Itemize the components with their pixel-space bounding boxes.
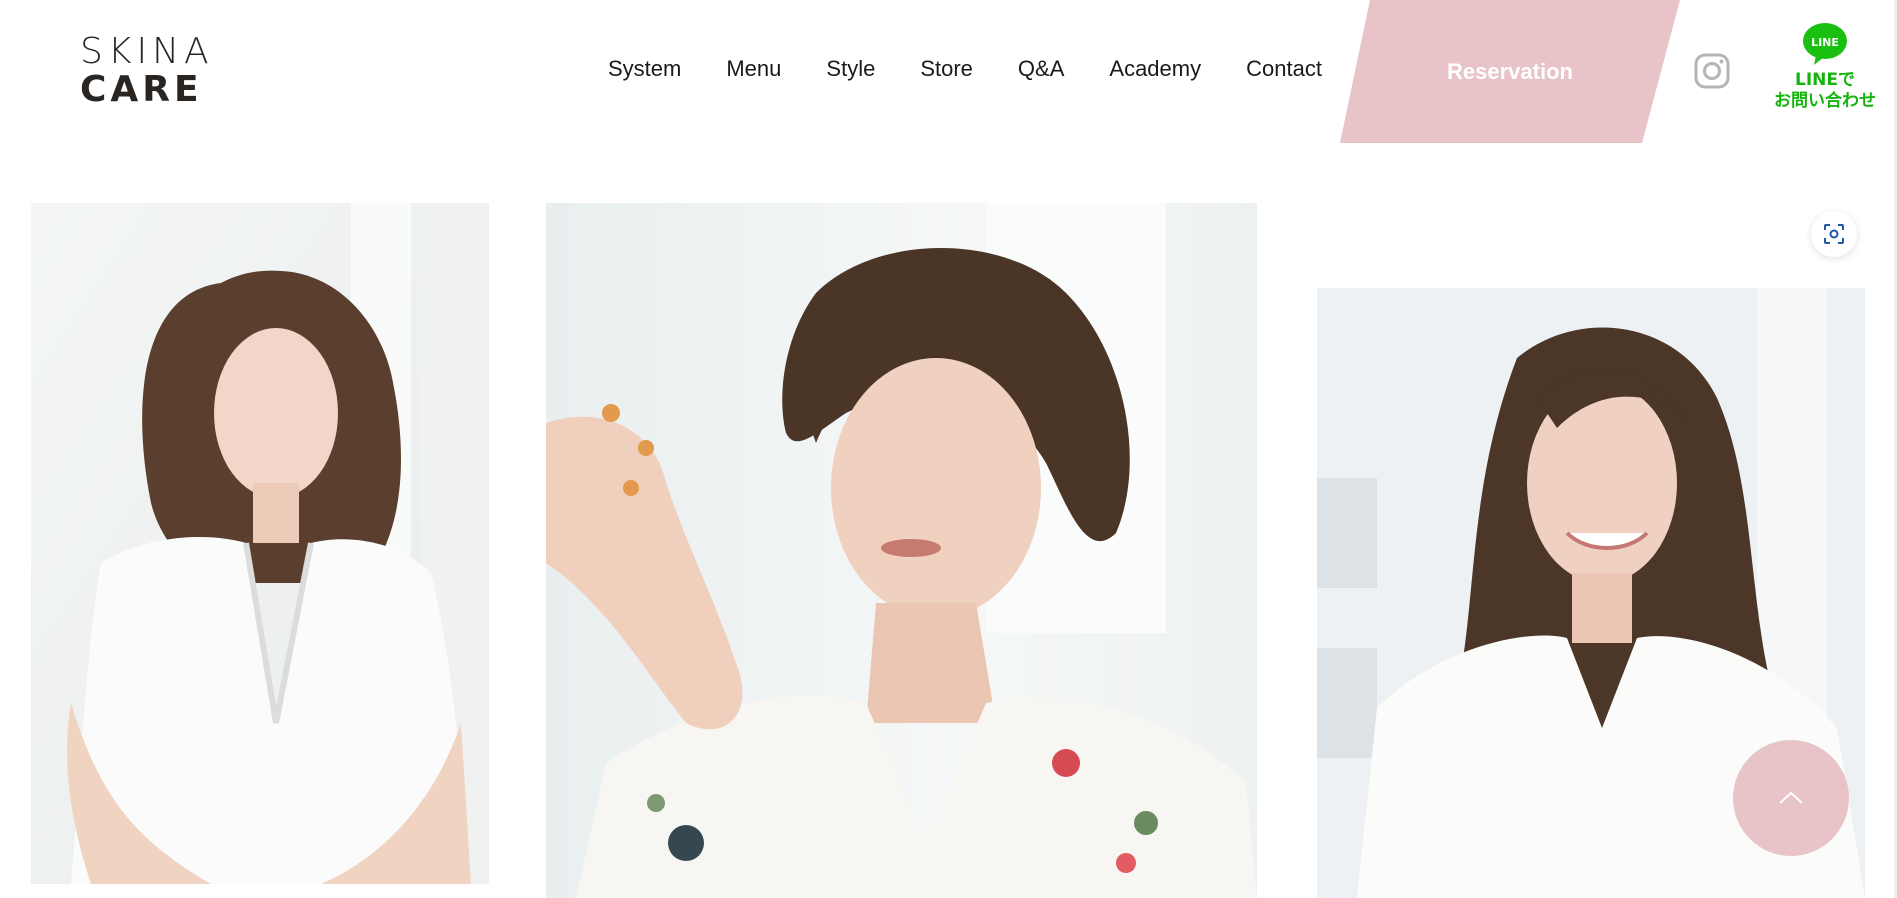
nav-item-menu[interactable]: Menu [726,56,781,82]
nav-item-contact[interactable]: Contact [1246,56,1322,82]
scan-icon [1824,224,1844,244]
gallery-photo-2[interactable] [546,203,1257,898]
logo-bottom-text: CARE [80,69,203,110]
nav-item-system[interactable]: System [608,56,681,82]
nav-item-style[interactable]: Style [826,56,875,82]
line-contact-link[interactable]: LINE LINEで お問い合わせ [1758,22,1892,122]
line-text-line2: お問い合わせ [1774,91,1876,111]
logo-top-text: SKINA [80,31,214,72]
main-nav: System Menu Style Store Q&A Academy Cont… [608,56,1322,82]
gallery-photo-1[interactable] [31,203,489,884]
site-header: SKINA CARE System Menu Style Store Q&A A… [0,0,1897,143]
line-text-line1: LINEで [1795,70,1855,90]
line-badge-text: LINE [1811,36,1839,49]
scan-button[interactable] [1811,211,1857,257]
reservation-button[interactable]: Reservation [1340,0,1680,143]
photo-model-bob-hair [31,203,489,884]
nav-item-store[interactable]: Store [920,56,973,82]
nav-item-qa[interactable]: Q&A [1018,56,1064,82]
chevron-up-icon [1779,791,1803,804]
photo-model-short-hair [546,203,1257,898]
back-to-top-button[interactable] [1733,740,1849,856]
nav-item-academy[interactable]: Academy [1109,56,1201,82]
line-icon: LINE [1803,23,1847,65]
brand-logo[interactable]: SKINA CARE [80,32,228,112]
instagram-icon[interactable] [1694,53,1730,89]
reservation-label: Reservation [1447,58,1573,84]
